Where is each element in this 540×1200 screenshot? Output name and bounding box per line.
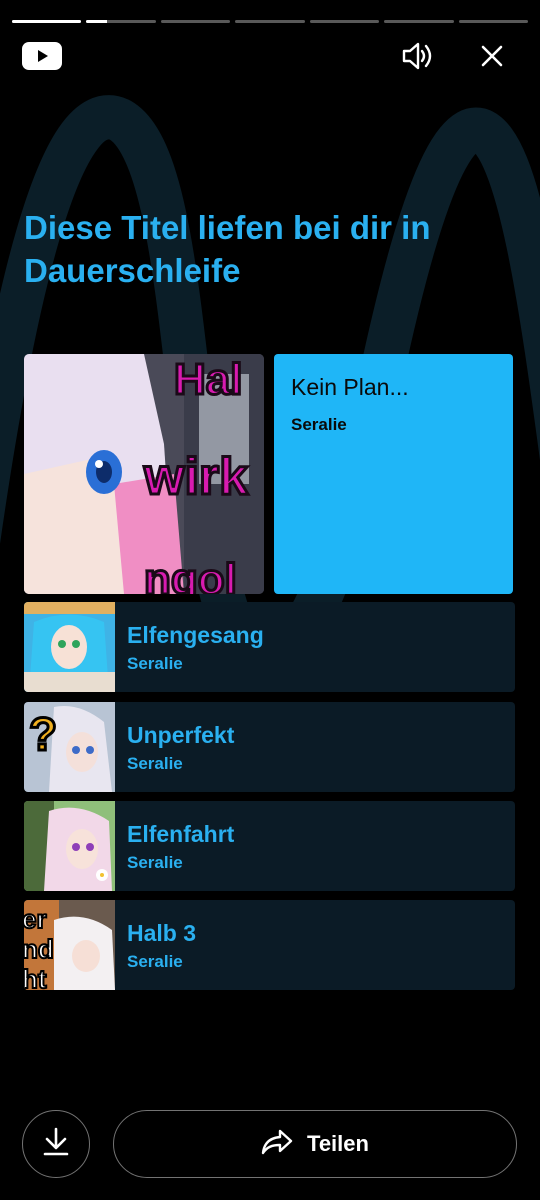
svg-text:wirk: wirk [143,448,248,506]
progress-segment [86,20,156,23]
progress-segment [458,20,528,23]
progress-segment-fill [86,20,108,23]
track-row[interactable]: ? Unperfekt Seralie [24,702,515,792]
page-title: Diese Titel liefen bei dir in Dauerschle… [24,209,431,289]
share-icon [261,1128,293,1161]
progress-segment [384,20,454,23]
svg-text:Hal: Hal [174,355,242,404]
top-bar [0,36,540,84]
svg-text:er: er [24,904,47,934]
track-title: Halb 3 [127,920,197,946]
track-thumbnail [24,602,115,692]
track-title: Unperfekt [127,722,235,748]
progress-segment [309,20,380,23]
track-title: Elfengesang [127,622,264,648]
background-swirl [0,95,540,682]
top-track-card[interactable]: Hal wirk ngol Kein Plan... Seralie [24,354,513,594]
track-artist: Seralie [127,952,183,971]
youtube-logo-icon [22,42,62,70]
svg-text:ht: ht [24,964,47,990]
track-artist: Seralie [127,853,183,872]
track-row[interactable]: er nd ht Halb 3 Seralie [24,900,515,990]
progress-segment [160,20,231,23]
share-label: Teilen [307,1131,369,1156]
top-track-cover-image: Hal wirk ngol [24,354,264,594]
track-title: Elfenfahrt [127,821,235,847]
svg-text:?: ? [29,708,57,760]
download-button[interactable] [22,1110,90,1178]
share-button[interactable]: Teilen [113,1110,517,1178]
close-button[interactable] [470,38,514,78]
track-thumbnail: ? [24,702,115,792]
top-track-title: Kein Plan... [291,374,409,400]
close-icon [480,44,504,73]
sound-toggle-button[interactable] [398,38,438,78]
progress-segment [235,20,305,23]
track-row[interactable]: Elfenfahrt Seralie [24,801,515,891]
track-row[interactable]: Elfengesang Seralie [24,602,515,692]
volume-icon [401,41,435,76]
track-thumbnail [24,801,115,891]
download-icon [42,1127,70,1162]
svg-text:nd: nd [24,934,54,964]
progress-segment [12,20,82,23]
track-artist: Seralie [127,754,183,773]
track-thumbnail: er nd ht [24,900,115,990]
track-artist: Seralie [127,654,183,673]
svg-text:ngol: ngol [144,555,237,594]
top-track-info: Kein Plan... Seralie [274,354,513,594]
progress-segment-fill [12,20,82,23]
story-progress [12,20,528,24]
top-track-artist: Seralie [291,415,347,434]
